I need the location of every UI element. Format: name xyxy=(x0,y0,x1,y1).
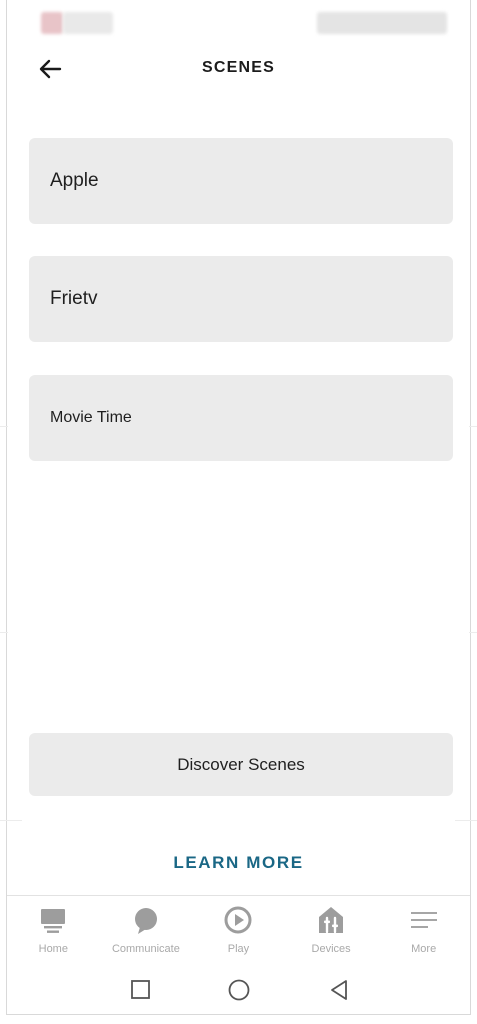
chat-bubble-icon xyxy=(134,908,157,934)
tab-communicate[interactable]: Communicate xyxy=(100,900,193,964)
home-icon xyxy=(41,909,66,933)
triangle-back-icon xyxy=(331,980,347,1000)
app-frame: SCENES Apple Frietv Movie Time Discover … xyxy=(6,0,471,1015)
play-icon xyxy=(224,906,252,934)
divider xyxy=(0,632,8,633)
scene-card-movie-time[interactable]: Movie Time xyxy=(29,375,453,461)
divider xyxy=(0,820,22,821)
divider xyxy=(7,895,470,896)
scene-label: Apple xyxy=(50,170,99,191)
tab-label: Home xyxy=(38,943,68,955)
tab-label: Communicate xyxy=(111,943,180,955)
scene-card-apple[interactable]: Apple xyxy=(29,138,453,224)
scene-label: Frietv xyxy=(50,288,98,309)
divider xyxy=(0,426,8,427)
tab-play[interactable]: Play xyxy=(192,900,285,964)
discover-scenes-button[interactable]: Discover Scenes xyxy=(29,733,453,796)
system-navigation-bar xyxy=(7,970,470,1010)
status-blur xyxy=(317,12,447,34)
page-title: SCENES xyxy=(202,59,275,76)
tab-devices[interactable]: Devices xyxy=(285,900,378,964)
status-blur xyxy=(41,12,63,34)
discover-scenes-label: Discover Scenes xyxy=(177,755,305,774)
tab-more[interactable]: More xyxy=(377,900,470,964)
square-icon xyxy=(131,980,150,999)
bottom-tab-bar: Home Communicate Play Devices More xyxy=(7,900,470,964)
tab-label: Play xyxy=(227,943,250,955)
scene-card-frietv[interactable]: Frietv xyxy=(29,256,453,342)
tab-label: More xyxy=(411,943,437,955)
tab-home[interactable]: Home xyxy=(7,900,100,964)
back-system-button[interactable] xyxy=(325,976,353,1004)
status-blur xyxy=(63,12,113,34)
devices-icon xyxy=(319,907,344,934)
status-bar xyxy=(27,8,450,34)
menu-icon xyxy=(410,912,437,928)
circle-icon xyxy=(228,979,250,1001)
divider xyxy=(469,426,477,427)
header: SCENES xyxy=(7,48,470,90)
learn-more-link[interactable]: LEARN MORE xyxy=(7,853,470,873)
divider xyxy=(469,632,477,633)
recents-button[interactable] xyxy=(127,976,155,1004)
home-system-button[interactable] xyxy=(225,976,253,1004)
scene-label: Movie Time xyxy=(50,409,132,426)
divider xyxy=(455,820,477,821)
tab-label: Devices xyxy=(311,943,351,955)
